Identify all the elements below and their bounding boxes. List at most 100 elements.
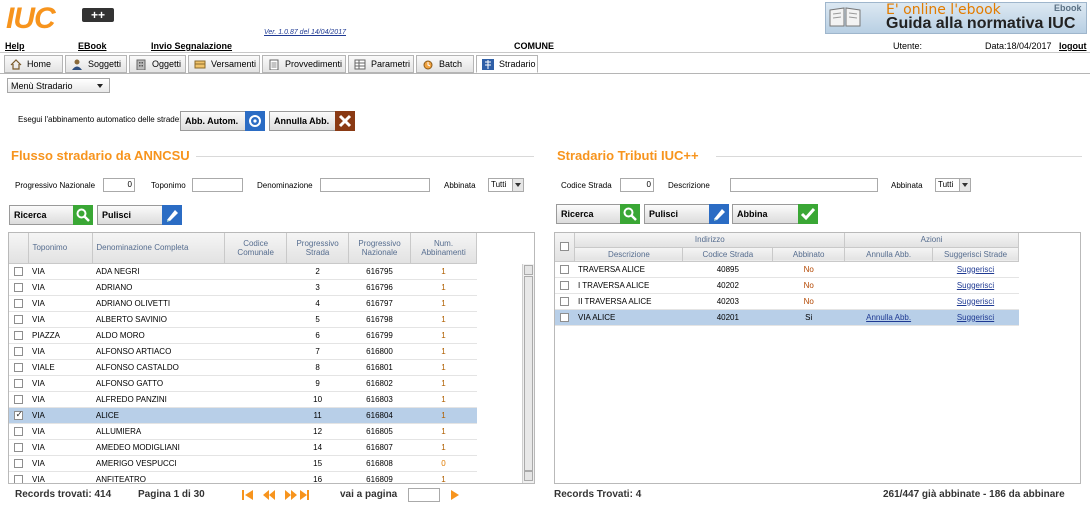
left-ricerca-button[interactable]: Ricerca xyxy=(9,205,93,225)
table-row[interactable]: I TRAVERSA ALICE 40202 No Suggerisci xyxy=(555,277,1019,294)
cancel-match-button[interactable]: Annulla Abb. xyxy=(269,111,355,131)
row-checkbox[interactable] xyxy=(14,298,24,308)
scroll-up-icon[interactable] xyxy=(524,265,533,275)
table-row[interactable]: VIA AMERIGO VESPUCCI 15 616808 0 xyxy=(9,455,477,472)
select-all-checkbox[interactable] xyxy=(560,242,570,252)
suggerisci-link[interactable]: Suggerisci xyxy=(932,309,1019,326)
row-checkbox[interactable] xyxy=(14,458,24,468)
scroll-down-icon[interactable] xyxy=(524,471,533,481)
row-checkbox[interactable] xyxy=(560,264,570,274)
row-checkbox-cell[interactable] xyxy=(555,309,575,326)
col-annulla-abb[interactable]: Annulla Abb. xyxy=(844,247,934,262)
row-checkbox-cell[interactable] xyxy=(555,261,575,278)
menu-stradario-select[interactable]: Menù Stradario xyxy=(7,78,110,93)
table-row[interactable]: VIAALICE 116168041 xyxy=(9,407,477,424)
left-abbinata-select[interactable]: Tutti xyxy=(488,178,524,192)
table-row[interactable]: PIAZZA ALDO MORO 6 616799 1 xyxy=(9,327,477,344)
tab-stradario[interactable]: Stradario xyxy=(476,55,538,73)
tab-provvedimenti[interactable]: Provvedimenti xyxy=(262,55,346,73)
abbina-button[interactable]: Abbina xyxy=(732,204,818,224)
codice-strada-input[interactable]: 0 xyxy=(620,178,654,192)
row-checkbox[interactable] xyxy=(14,282,24,292)
help-link[interactable]: Help xyxy=(5,41,25,51)
suggerisci-link[interactable]: Suggerisci xyxy=(932,293,1019,310)
row-checkbox-cell[interactable] xyxy=(9,327,29,344)
table-row[interactable]: VIA ADRIANO 3 616796 1 xyxy=(9,279,477,296)
row-checkbox-cell[interactable] xyxy=(9,311,29,328)
progressivo-input[interactable]: 0 xyxy=(103,178,135,192)
row-checkbox-cell[interactable] xyxy=(9,375,29,392)
go-page-icon[interactable] xyxy=(450,489,460,501)
tab-versamenti[interactable]: Versamenti xyxy=(188,55,260,73)
row-checkbox-cell[interactable] xyxy=(555,277,575,294)
tab-parametri[interactable]: Parametri xyxy=(348,55,414,73)
row-checkbox-cell[interactable] xyxy=(555,293,575,310)
right-select-all-header[interactable] xyxy=(555,233,576,262)
suggerisci-link[interactable]: Suggerisci xyxy=(932,261,1019,278)
col-toponimo[interactable]: Toponimo xyxy=(28,233,94,264)
invio-segnalazione-link[interactable]: Invio Segnalazione xyxy=(151,41,232,51)
table-row[interactable]: VIA ALFONSO ARTIACO 7 616800 1 xyxy=(9,343,477,360)
tab-oggetti[interactable]: Oggetti xyxy=(129,55,186,73)
table-row[interactable]: VIA ALICE 40201 Si Annulla Abb. Suggerisci xyxy=(555,309,1019,326)
left-pulisci-button[interactable]: Pulisci xyxy=(97,205,182,225)
table-row[interactable]: VIA ALFREDO PANZINI 10 616803 1 xyxy=(9,391,477,408)
table-row[interactable]: VIA AMEDEO MODIGLIANI 14 616807 1 xyxy=(9,439,477,456)
row-checkbox[interactable] xyxy=(14,346,24,356)
table-row[interactable]: VIALE ALFONSO CASTALDO 8 616801 1 xyxy=(9,359,477,376)
page-input[interactable] xyxy=(408,488,440,502)
col-codice-comunale[interactable]: Codice Comunale xyxy=(224,233,288,264)
right-pulisci-button[interactable]: Pulisci xyxy=(644,204,729,224)
table-row[interactable]: VIA ALBERTO SAVINIO 5 616798 1 xyxy=(9,311,477,328)
col-denominazione[interactable]: Denominazione Completa xyxy=(92,233,226,264)
row-checkbox[interactable] xyxy=(14,474,24,483)
annulla-abb-link[interactable] xyxy=(844,277,933,294)
annulla-abb-link[interactable] xyxy=(844,261,933,278)
row-checkbox-cell[interactable] xyxy=(9,423,29,440)
row-checkbox-cell[interactable] xyxy=(9,471,29,483)
first-page-icon[interactable] xyxy=(242,490,253,500)
descrizione-input[interactable] xyxy=(730,178,878,192)
row-checkbox[interactable] xyxy=(14,394,24,404)
row-checkbox[interactable] xyxy=(14,362,24,372)
col-descrizione[interactable]: Descrizione xyxy=(574,247,684,262)
last-page-icon[interactable] xyxy=(300,490,309,500)
tab-batch[interactable]: Batch xyxy=(416,55,474,73)
annulla-abb-link[interactable]: Annulla Abb. xyxy=(844,309,933,326)
row-checkbox[interactable] xyxy=(14,314,24,324)
row-checkbox[interactable] xyxy=(560,280,570,290)
version-link[interactable]: Ver. 1.0.87 del 14/04/2017 xyxy=(264,29,346,36)
suggerisci-link[interactable]: Suggerisci xyxy=(932,277,1019,294)
table-row[interactable]: VIA ALFONSO GATTO 9 616802 1 xyxy=(9,375,477,392)
row-checkbox[interactable] xyxy=(14,330,24,340)
col-abbinato[interactable]: Abbinato xyxy=(772,247,846,262)
col-suggerisci-strade[interactable]: Suggerisci Strade xyxy=(932,247,1019,262)
next-page-icon[interactable] xyxy=(285,490,297,500)
table-row[interactable]: VIA ANFITEATRO 16 616809 1 xyxy=(9,471,477,483)
toponimo-input[interactable] xyxy=(192,178,243,192)
row-checkbox[interactable] xyxy=(14,378,24,388)
tab-soggetti[interactable]: Soggetti xyxy=(65,55,127,73)
table-row[interactable]: VIA ALLUMIERA 12 616805 1 xyxy=(9,423,477,440)
row-checkbox-cell[interactable] xyxy=(9,295,29,312)
col-progressivo-nazionale[interactable]: Progressivo Nazionale xyxy=(348,233,411,264)
row-checkbox-cell[interactable] xyxy=(9,455,29,472)
logout-link[interactable]: logout xyxy=(1059,41,1087,51)
scroll-thumb[interactable] xyxy=(524,276,533,471)
row-checkbox-cell[interactable] xyxy=(9,391,29,408)
left-scrollbar[interactable] xyxy=(522,264,534,483)
col-progressivo-strada[interactable]: Progressivo Strada xyxy=(286,233,350,264)
prev-page-icon[interactable] xyxy=(263,490,275,500)
row-checkbox[interactable] xyxy=(14,442,24,452)
col-num-abbinamenti[interactable]: Num. Abbinamenti xyxy=(410,233,477,264)
row-checkbox[interactable] xyxy=(14,426,24,436)
row-checkbox[interactable] xyxy=(560,312,570,322)
row-checkbox[interactable] xyxy=(14,266,24,276)
row-checkbox-cell[interactable] xyxy=(9,439,29,456)
row-checkbox-cell[interactable] xyxy=(9,343,29,360)
row-checkbox-cell[interactable] xyxy=(9,263,29,280)
tab-home[interactable]: Home xyxy=(4,55,63,73)
row-checkbox[interactable] xyxy=(14,409,24,420)
table-row[interactable]: II TRAVERSA ALICE 40203 No Suggerisci xyxy=(555,293,1019,310)
col-codice-strada[interactable]: Codice Strada xyxy=(682,247,774,262)
